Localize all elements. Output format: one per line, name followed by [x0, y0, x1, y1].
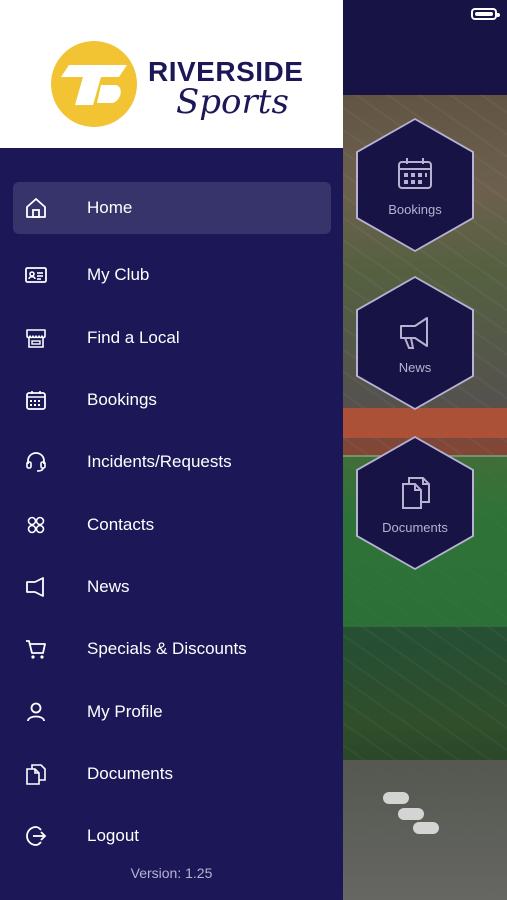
menu-item-my-profile[interactable]: My Profile [0, 680, 343, 742]
megaphone-icon [26, 577, 44, 597]
user-icon [27, 702, 45, 721]
aerial-car [383, 792, 409, 804]
menu-label: My Profile [87, 701, 163, 721]
menu-label: News [87, 576, 130, 596]
menu-label: Documents [87, 763, 173, 783]
id-card-icon [25, 267, 47, 284]
logout-icon [26, 826, 47, 847]
cart-icon [26, 640, 46, 659]
store-icon [26, 328, 46, 348]
battery-icon [471, 8, 500, 20]
menu-item-news[interactable]: News [0, 556, 343, 618]
menu-item-contacts[interactable]: Contacts [0, 493, 343, 555]
documents-icon [26, 764, 46, 785]
menu-item-home[interactable]: Home [0, 182, 343, 244]
menu-label: Home [87, 198, 133, 217]
megaphone-icon [400, 316, 428, 349]
aerial-roof [343, 408, 507, 438]
menu-item-bookings[interactable]: Bookings [0, 369, 343, 431]
brand-wordmark: RIVERSIDE Sports [148, 56, 303, 122]
menu-label: Bookings [87, 390, 157, 410]
navigation-drawer: RIVERSIDE Sports Home My Club Find a Loc… [0, 0, 343, 900]
menu-label: My Club [87, 265, 150, 285]
menu-label: Find a Local [87, 327, 180, 347]
home-icon [26, 198, 46, 219]
documents-icon [402, 476, 430, 509]
menu-item-logout[interactable]: Logout [0, 805, 343, 867]
brand-logo-icon [51, 41, 137, 127]
menu-item-incidents-requests[interactable]: Incidents/Requests [0, 431, 343, 493]
tile-label: Documents [382, 519, 448, 535]
menu-list: Home My Club Find a Local Bookings Incid… [0, 182, 343, 867]
menu-item-specials-discounts[interactable]: Specials & Discounts [0, 618, 343, 680]
aerial-car [413, 822, 439, 834]
menu-label: Incidents/Requests [87, 452, 232, 472]
menu-label: Contacts [87, 514, 155, 534]
aerial-car [398, 808, 424, 820]
menu-item-documents[interactable]: Documents [0, 743, 343, 805]
calendar-icon [398, 157, 432, 189]
menu-item-find-a-local[interactable]: Find a Local [0, 307, 343, 369]
tile-label: News [398, 359, 432, 375]
brand-line-2: Sports [176, 82, 289, 122]
top-bar [343, 0, 507, 95]
menu-item-my-club[interactable]: My Club [0, 244, 343, 306]
version-text: Version: 1.25 [130, 865, 213, 881]
menu-label: Logout [87, 826, 139, 846]
menu-label: Specials & Discounts [87, 639, 247, 659]
logo-header: RIVERSIDE Sports [0, 0, 343, 148]
tile-label: Bookings [388, 201, 442, 217]
contacts-icon [27, 516, 45, 533]
calendar-icon [26, 391, 46, 410]
headset-icon [26, 452, 46, 473]
